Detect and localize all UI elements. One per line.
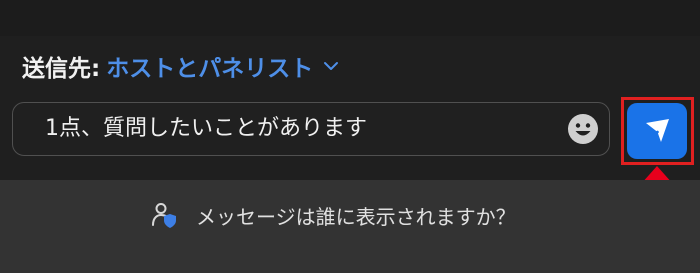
chat-composer: 送信先: ホストとパネリスト 1点、質問したいことがあります (0, 36, 700, 180)
chevron-down-icon[interactable] (321, 56, 341, 76)
message-input-text[interactable]: 1点、質問したいことがあります (45, 103, 367, 155)
send-icon (646, 119, 669, 142)
send-button[interactable] (627, 103, 687, 159)
top-band (0, 0, 700, 37)
recipient-label: 送信先: (22, 56, 101, 82)
visibility-info[interactable]: メッセージは誰に表示されますか？ (150, 200, 516, 230)
user-shield-icon (152, 203, 176, 228)
recipient-value[interactable]: ホストとパネリスト (106, 49, 313, 83)
recipient-selector[interactable]: 送信先: ホストとパネリスト (22, 49, 341, 83)
emoji-icon[interactable] (567, 113, 599, 145)
visibility-info-text[interactable]: メッセージは誰に表示されますか？ (196, 201, 516, 230)
visibility-info-bar: メッセージは誰に表示されますか？ (0, 180, 700, 273)
message-input[interactable]: 1点、質問したいことがあります (12, 102, 610, 156)
